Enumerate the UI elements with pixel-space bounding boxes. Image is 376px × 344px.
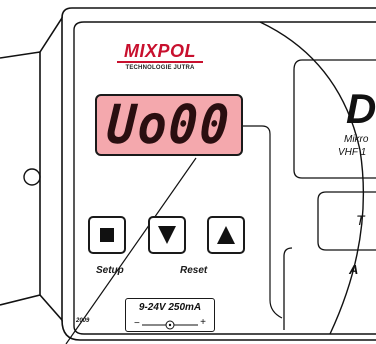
front-panel-edge bbox=[73, 30, 376, 335]
display-reading: Uo00 bbox=[105, 93, 233, 157]
polarity-minus: − bbox=[134, 318, 140, 329]
power-spec-box: 9-24V 250mA − + bbox=[125, 298, 215, 332]
screw-hole bbox=[23, 168, 41, 186]
setup-label: Setup bbox=[96, 265, 124, 276]
down-button[interactable] bbox=[148, 216, 186, 254]
setup-button[interactable] bbox=[88, 216, 126, 254]
reset-label: Reset bbox=[180, 265, 208, 276]
right-panel-inner bbox=[317, 191, 376, 251]
right-panel-line1: Mikro bbox=[344, 134, 369, 145]
power-spec: 9-24V 250mA bbox=[138, 302, 202, 313]
mount-bracket bbox=[0, 51, 41, 306]
brand-name: MIXPOL bbox=[110, 42, 210, 63]
brand-tagline: TECHNOLOGIE JUTRA bbox=[125, 65, 195, 71]
polarity-plus: + bbox=[200, 317, 206, 328]
housing-bottom bbox=[61, 319, 376, 341]
right-panel-lower bbox=[283, 247, 293, 330]
housing-side bbox=[39, 15, 63, 323]
stop-square-icon bbox=[100, 228, 114, 242]
right-panel-t: T bbox=[356, 212, 365, 228]
housing-top bbox=[61, 7, 376, 19]
up-button[interactable] bbox=[207, 216, 245, 254]
led-display: Uo00 bbox=[95, 94, 243, 156]
right-panel-line2: VHF 1 bbox=[338, 147, 367, 158]
year-mark: 2009 bbox=[76, 318, 90, 324]
front-panel-top bbox=[73, 21, 376, 31]
right-panel-a: A bbox=[349, 262, 359, 277]
right-panel-letter: D bbox=[346, 85, 376, 132]
device-illustration: MIXPOL TECHNOLOGIE JUTRA Uo00 Setup Rese… bbox=[0, 0, 376, 344]
connector-line bbox=[243, 125, 283, 319]
up-triangle-icon bbox=[217, 226, 235, 244]
down-triangle-icon bbox=[158, 226, 176, 244]
brand-logo: MIXPOL TECHNOLOGIE JUTRA bbox=[110, 42, 210, 71]
